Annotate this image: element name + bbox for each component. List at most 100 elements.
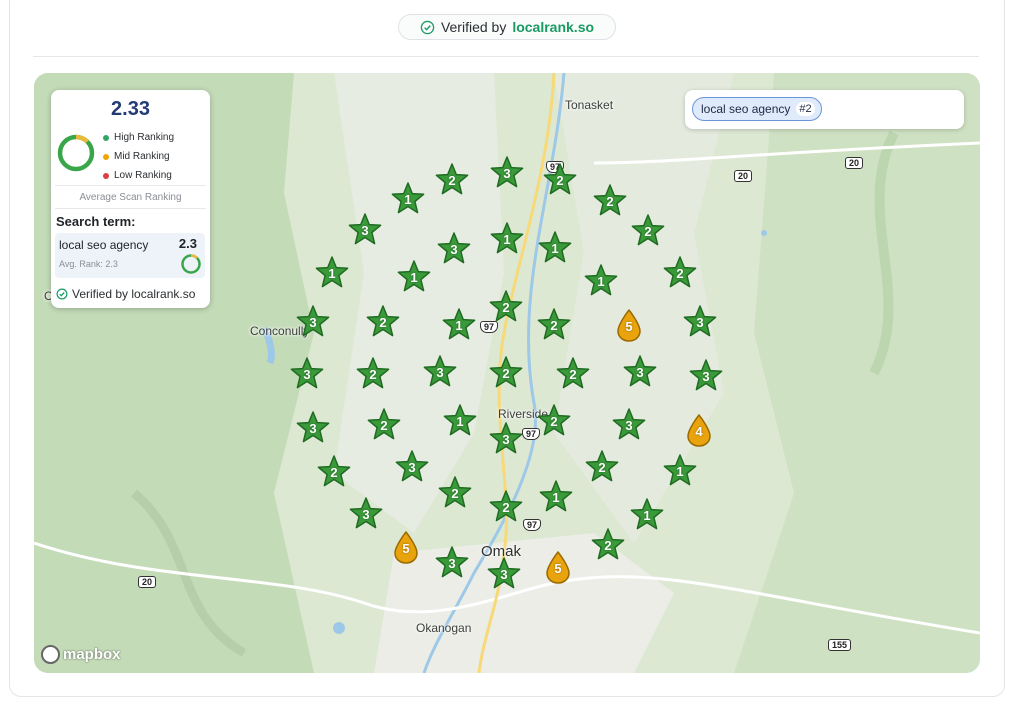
route-shield: 97	[523, 519, 542, 531]
keyword-chip[interactable]: local seo agency #2	[692, 97, 822, 121]
rank-star-marker[interactable]: 2	[434, 162, 470, 198]
rank-star-marker[interactable]: 2	[536, 307, 572, 343]
rank-star-marker[interactable]: 3	[422, 354, 458, 390]
marker-rank: 3	[696, 315, 704, 330]
rank-star-marker[interactable]: 1	[583, 263, 619, 299]
rank-drop-marker[interactable]: 5	[540, 549, 576, 585]
rank-star-marker[interactable]: 3	[394, 449, 430, 485]
marker-rank: 2	[379, 315, 387, 330]
rank-star-marker[interactable]: 2	[355, 356, 391, 392]
marker-rank: 3	[702, 369, 710, 384]
rank-star-marker[interactable]: 2	[488, 289, 524, 325]
rank-star-marker[interactable]: 1	[537, 230, 573, 266]
keyword-label: local seo agency	[701, 102, 791, 116]
rank-star-marker[interactable]: 3	[486, 556, 522, 592]
rank-star-marker[interactable]: 2	[542, 162, 578, 198]
marker-rank: 3	[408, 460, 416, 475]
rank-star-marker[interactable]: 1	[489, 221, 525, 257]
rank-star-marker[interactable]: 3	[622, 354, 658, 390]
marker-rank: 2	[604, 538, 612, 553]
marker-rank: 1	[328, 266, 336, 281]
search-term-row[interactable]: local seo agency 2.3 Avg. Rank: 2.3	[55, 233, 205, 278]
marker-rank: 2	[556, 173, 564, 188]
rank-drop-marker[interactable]: 5	[611, 307, 647, 343]
rank-star-marker[interactable]: 1	[538, 479, 574, 515]
rank-star-marker[interactable]: 1	[396, 259, 432, 295]
mapbox-icon	[41, 645, 60, 664]
marker-rank: 2	[330, 465, 338, 480]
marker-rank: 2	[550, 318, 558, 333]
rank-drop-marker[interactable]: 5	[388, 529, 424, 565]
route-shield: 20	[734, 170, 753, 182]
marker-rank: 2	[569, 367, 577, 382]
rank-star-marker[interactable]: 2	[662, 255, 698, 291]
marker-rank: 3	[450, 242, 458, 257]
ranking-donut	[57, 134, 95, 172]
marker-rank: 2	[451, 486, 459, 501]
marker-rank: 5	[402, 541, 410, 556]
marker-rank: 3	[625, 418, 633, 433]
rank-star-marker[interactable]: 3	[347, 212, 383, 248]
rank-star-marker[interactable]: 2	[488, 355, 524, 391]
marker-rank: 2	[502, 366, 510, 381]
rank-star-marker[interactable]: 2	[488, 489, 524, 525]
marker-rank: 2	[502, 300, 510, 315]
mapbox-attribution: mapbox	[63, 646, 121, 663]
rank-star-marker[interactable]: 3	[682, 304, 718, 340]
rank-star-marker[interactable]: 1	[390, 181, 426, 217]
keyword-rank: #2	[796, 102, 815, 116]
rank-star-marker[interactable]: 3	[488, 421, 524, 457]
mapbox-logo[interactable]: mapbox	[41, 645, 121, 664]
rank-star-marker[interactable]: 3	[295, 304, 331, 340]
rank-star-marker[interactable]: 2	[316, 454, 352, 490]
verified-brand: localrank.so	[512, 19, 595, 35]
marker-rank: 3	[500, 567, 508, 582]
rank-star-marker[interactable]: 2	[590, 527, 626, 563]
rank-star-marker[interactable]: 2	[584, 449, 620, 485]
marker-rank: 1	[551, 241, 559, 256]
marker-rank: 2	[598, 460, 606, 475]
rank-star-marker[interactable]: 3	[436, 231, 472, 267]
divider	[33, 56, 979, 57]
rank-star-marker[interactable]: 2	[536, 403, 572, 439]
route-shield: 20	[138, 576, 157, 588]
rank-star-marker[interactable]: 3	[688, 358, 724, 394]
rank-star-marker[interactable]: 1	[442, 403, 478, 439]
marker-rank: 5	[625, 319, 633, 334]
marker-rank: 1	[404, 192, 412, 207]
marker-rank: 2	[369, 367, 377, 382]
rank-star-marker[interactable]: 2	[630, 213, 666, 249]
rank-star-marker[interactable]: 3	[295, 410, 331, 446]
rank-star-marker[interactable]: 3	[348, 496, 384, 532]
rank-star-marker[interactable]: 3	[289, 356, 325, 392]
legend-label: Mid Ranking	[114, 151, 170, 162]
legend-mid: Mid Ranking	[103, 147, 174, 166]
marker-rank: 1	[455, 318, 463, 333]
rank-star-marker[interactable]: 3	[611, 407, 647, 443]
marker-rank: 3	[502, 432, 510, 447]
rank-star-marker[interactable]: 1	[441, 307, 477, 343]
marker-rank: 1	[676, 464, 684, 479]
rank-star-marker[interactable]: 1	[314, 255, 350, 291]
ranking-summary-panel: 2.33 High Ranking Mid Ranking Low Rankin…	[51, 90, 210, 308]
rank-star-marker[interactable]: 2	[592, 183, 628, 219]
route-shield: 20	[845, 157, 864, 169]
marker-rank: 1	[643, 508, 651, 523]
marker-rank: 3	[448, 556, 456, 571]
rank-star-marker[interactable]: 2	[555, 356, 591, 392]
rank-drop-marker[interactable]: 4	[681, 412, 717, 448]
marker-rank: 5	[554, 561, 562, 576]
rank-star-marker[interactable]: 2	[366, 407, 402, 443]
search-term-rank: 2.3	[178, 236, 197, 251]
verified-badge[interactable]: Verified by localrank.so	[398, 14, 616, 40]
panel-verified[interactable]: Verified by localrank.so	[56, 287, 195, 301]
legend-dot	[103, 153, 109, 160]
rank-star-marker[interactable]: 2	[437, 475, 473, 511]
legend-label: High Ranking	[114, 132, 175, 143]
rank-star-marker[interactable]: 1	[629, 497, 665, 533]
marker-rank: 2	[448, 173, 456, 188]
rank-star-marker[interactable]: 3	[489, 155, 525, 191]
rank-star-marker[interactable]: 3	[434, 545, 470, 581]
rank-star-marker[interactable]: 2	[365, 304, 401, 340]
rank-star-marker[interactable]: 1	[662, 453, 698, 489]
